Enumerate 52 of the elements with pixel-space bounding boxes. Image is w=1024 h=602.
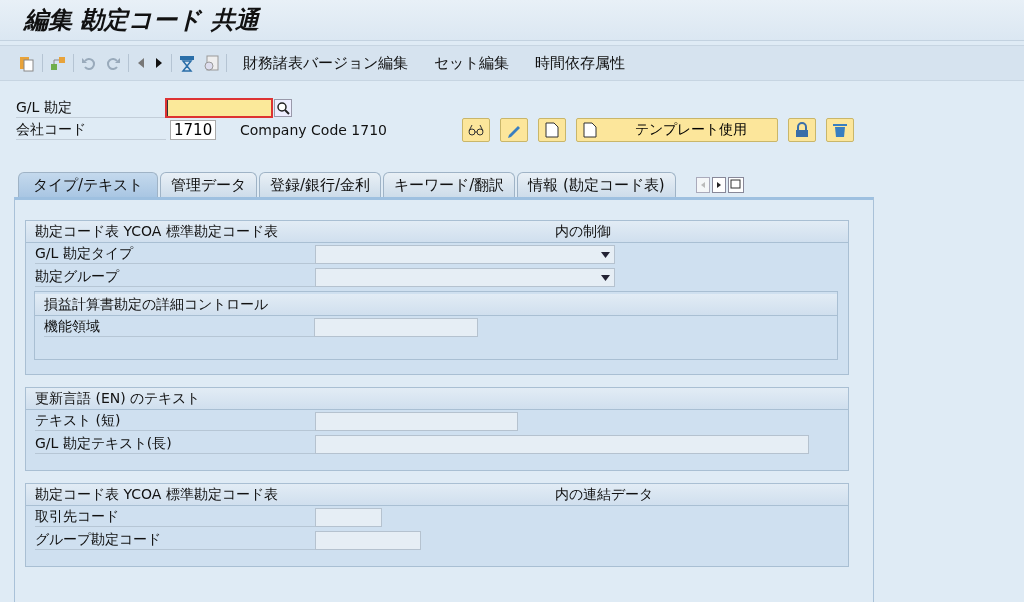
- company-code-input-field[interactable]: 1710: [170, 120, 216, 140]
- delete-button[interactable]: [826, 118, 854, 142]
- section-title: 勘定コード表 YCOA 標準勘定コード表: [35, 222, 279, 241]
- field-label: テキスト (短): [35, 412, 315, 431]
- input-field[interactable]: [315, 531, 421, 550]
- section-title: 内の連結データ: [555, 485, 653, 504]
- gl-account-input-field[interactable]: [166, 99, 272, 117]
- dropdown-arrow-icon: [601, 251, 610, 258]
- dropdown-field[interactable]: [315, 268, 615, 287]
- search-icon[interactable]: [274, 99, 292, 117]
- scroll-right-icon[interactable]: [711, 177, 726, 193]
- field-label: 機能領域: [44, 318, 314, 337]
- tab[interactable]: 登録/銀行/金利: [259, 172, 382, 197]
- glasses-button[interactable]: [462, 118, 490, 142]
- lock-button[interactable]: [788, 118, 816, 142]
- tab[interactable]: 情報 (勘定コード表): [517, 172, 676, 197]
- company-code-description: Company Code 1710: [240, 122, 388, 138]
- section-title: 損益計算書勘定の詳細コントロール: [44, 295, 269, 314]
- field-label: G/L 勘定タイプ: [35, 245, 315, 264]
- document-search-icon[interactable]: [202, 54, 220, 72]
- input-field[interactable]: [315, 508, 382, 527]
- field-label: グループ勘定コード: [35, 531, 315, 550]
- field-label: G/L 勘定テキスト(長): [35, 435, 315, 454]
- section-title: 内の制御: [555, 222, 611, 241]
- trash-icon: [832, 122, 848, 138]
- hourglass-icon[interactable]: [178, 54, 196, 72]
- document-icon: [583, 122, 597, 138]
- lock-icon: [794, 122, 810, 138]
- tab[interactable]: キーワード/翻訳: [383, 172, 516, 197]
- tab[interactable]: タイプ/テキスト: [18, 172, 159, 197]
- window-title: 編集 勘定コード 共通: [24, 5, 259, 36]
- hierarchy-icon[interactable]: [49, 54, 67, 72]
- toolbar-menu-button[interactable]: 財務諸表バージョン編集: [233, 53, 418, 73]
- section-title: 勘定コード表 YCOA 標準勘定コード表: [35, 485, 279, 504]
- field-label: 会社コード: [16, 120, 166, 140]
- field-label: 取引先コード: [35, 508, 315, 527]
- toolbar-menu-button[interactable]: セット編集: [424, 53, 519, 73]
- edit-button[interactable]: [500, 118, 528, 142]
- input-field[interactable]: [314, 318, 478, 337]
- paste-icon[interactable]: [18, 54, 36, 72]
- dropdown-field[interactable]: [315, 245, 615, 264]
- template-button[interactable]: テンプレート使用: [576, 118, 778, 142]
- toolbar-menu-button[interactable]: 時間依存属性: [525, 53, 635, 73]
- dropdown-arrow-icon: [601, 274, 610, 281]
- field-label: 勘定グループ: [35, 268, 315, 287]
- section-title: 更新言語 (EN) のテキスト: [35, 389, 202, 408]
- input-field[interactable]: [315, 435, 809, 454]
- glasses-icon: [467, 123, 485, 137]
- input-field[interactable]: [315, 412, 518, 431]
- create-button[interactable]: [538, 118, 566, 142]
- document-icon: [545, 122, 559, 138]
- tab[interactable]: 管理データ: [160, 172, 258, 197]
